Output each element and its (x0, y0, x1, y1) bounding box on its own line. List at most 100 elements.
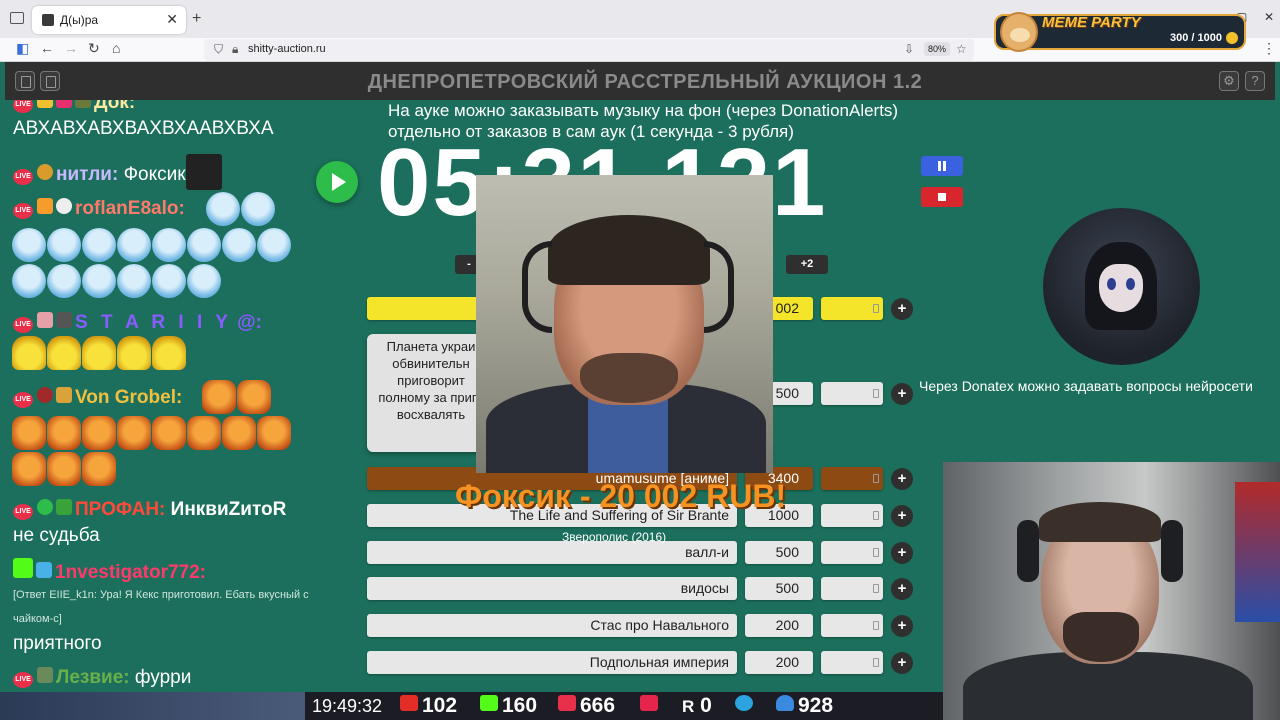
emote-icon (152, 228, 186, 262)
lot-add-input[interactable] (821, 467, 883, 490)
lot-add-input[interactable] (821, 651, 883, 674)
badge-icon (37, 312, 53, 328)
lot-name[interactable]: видосы (367, 577, 737, 600)
reload-button[interactable]: ↻ (88, 40, 100, 57)
tab-close-icon[interactable]: ✕ (166, 11, 178, 28)
lot-add-input[interactable] (821, 541, 883, 564)
lot-add-button[interactable]: + (891, 468, 913, 490)
hair-shape (1039, 502, 1161, 542)
emote-row (12, 452, 117, 491)
lot-add-button[interactable]: + (891, 652, 913, 674)
youtube-count: 102 (422, 694, 458, 717)
headphones-icon (522, 241, 552, 333)
badge-icon (37, 667, 53, 683)
lock-icon[interactable]: 🔒︎ (232, 42, 238, 57)
spinner-icon[interactable] (873, 511, 879, 520)
lot-add-input[interactable] (821, 577, 883, 600)
lot-add-input[interactable] (821, 614, 883, 637)
emote-icon (257, 416, 291, 450)
save-page-icon[interactable]: ⇩ (904, 42, 914, 56)
lot-amount[interactable]: 200 (745, 651, 813, 674)
youtube-icon (400, 695, 418, 711)
emote-icon (185, 154, 222, 190)
emote-icon (117, 416, 151, 450)
headphones-icon (704, 241, 734, 333)
emote-icon (82, 452, 116, 486)
lot-amount[interactable]: 500 (745, 577, 813, 600)
lot-amount[interactable]: 200 (745, 614, 813, 637)
lot-card[interactable]: Планета украи обвинительн приговорит пол… (367, 334, 491, 452)
emote-icon (257, 228, 291, 262)
lot-add-button[interactable]: + (891, 542, 913, 564)
lot-add-input[interactable] (821, 504, 883, 527)
tab-list-icon[interactable] (10, 12, 24, 24)
chat-message: LIVE нитли: Фоксик (13, 154, 225, 190)
stop-button[interactable] (921, 187, 963, 207)
plus-2-button[interactable]: +2 (786, 255, 828, 274)
spinner-icon[interactable] (873, 548, 879, 557)
spinner-icon[interactable] (873, 474, 879, 483)
youtube-stat: 102 (400, 694, 457, 718)
lot-name[interactable]: валл-и (367, 541, 737, 564)
lot-add-input[interactable] (821, 297, 883, 320)
back-button[interactable]: ← (40, 40, 54, 56)
emote-icon (222, 416, 256, 450)
spinner-icon[interactable] (873, 584, 879, 593)
shield-icon[interactable]: ⛉ (214, 42, 223, 57)
settings-icon[interactable]: ⚙ (1219, 71, 1239, 91)
chat-message: LIVE Von Grobel: (13, 387, 182, 409)
emote-icon (187, 416, 221, 450)
badge-icon (56, 100, 72, 108)
forward-button[interactable]: → (64, 40, 78, 56)
telegram-stat (735, 694, 757, 718)
emote-icon (82, 336, 116, 370)
spinner-icon[interactable] (873, 621, 879, 630)
emote-icon (187, 228, 221, 262)
clock: 19:49:32 (312, 696, 383, 716)
browser-tab[interactable]: Д(ы)ра ✕ (32, 6, 186, 34)
menu-icon[interactable]: ⋮ (1262, 40, 1276, 57)
bookmark-star-icon[interactable]: ☆ (956, 42, 967, 56)
lot-add-button[interactable]: + (891, 578, 913, 600)
chat-message: 1nvestigator772: (13, 558, 206, 584)
chat-nick: Док: (94, 100, 136, 113)
emote-icon (152, 336, 186, 370)
rutube-icon (640, 695, 658, 711)
lot-add-button[interactable]: + (891, 615, 913, 637)
lot-name[interactable]: Подпольная империя (367, 651, 737, 674)
sidebar-toggle-icon[interactable]: ◧ (16, 40, 29, 57)
pause-button[interactable] (921, 156, 963, 176)
emote-icon (206, 192, 240, 226)
spinner-icon[interactable] (873, 658, 879, 667)
emote-icon (12, 416, 46, 450)
lot-add-button[interactable]: + (891, 383, 913, 405)
home-button[interactable]: ⌂ (112, 40, 120, 56)
new-tab-button[interactable]: + (192, 10, 201, 28)
emote-icon (241, 192, 275, 226)
badge-icon (37, 100, 53, 108)
viewers-icon (776, 695, 794, 711)
chat-text: @: (237, 312, 263, 333)
spinner-icon[interactable] (873, 304, 879, 313)
url-text[interactable]: shitty-auction.ru (248, 43, 326, 55)
zoom-level[interactable]: 80% (924, 42, 951, 56)
emote-icon (152, 416, 186, 450)
emote-row (12, 264, 222, 303)
help-icon[interactable]: ? (1245, 71, 1265, 91)
lot-add-button[interactable]: + (891, 505, 913, 527)
emote-icon (117, 228, 151, 262)
close-window-icon[interactable]: ✕ (1264, 10, 1274, 24)
emote-icon (12, 264, 46, 298)
address-bar[interactable]: ⛉ 🔒︎ shitty-auction.ru ⇩ 80% ☆ (204, 39, 974, 61)
emote-icon (82, 264, 116, 298)
lot-add-input[interactable] (821, 382, 883, 405)
tab-title: Д(ы)ра (60, 13, 99, 27)
live-badge-icon: LIVE (13, 504, 33, 520)
lot-name[interactable]: Стас про Навального (367, 614, 737, 637)
lot-amount[interactable]: 500 (745, 541, 813, 564)
lot-add-button[interactable]: + (891, 298, 913, 320)
emote-icon (47, 228, 81, 262)
spinner-icon[interactable] (873, 389, 879, 398)
emote-row (12, 228, 292, 267)
play-button[interactable] (316, 161, 358, 203)
